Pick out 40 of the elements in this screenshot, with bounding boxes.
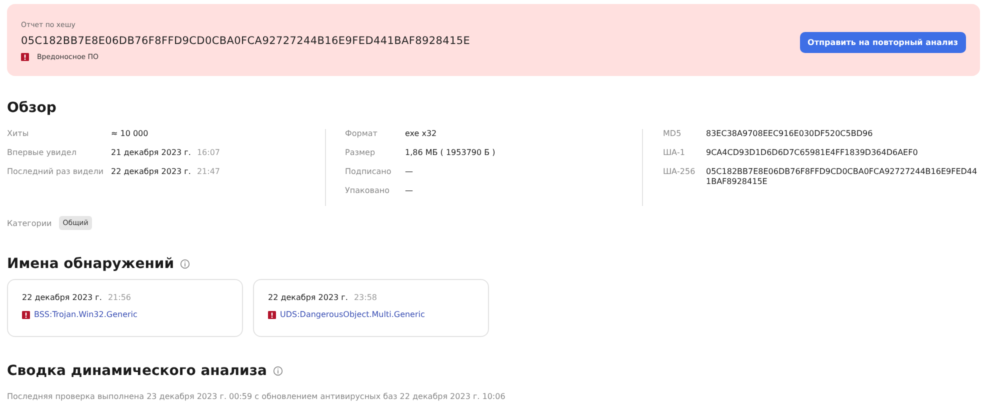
- field-value: 9CA4CD93D1D6D6D7C65981E4FF1839D364D6AEF0: [706, 148, 918, 157]
- hash-value: 05C182BB7E8E06DB76F8FFD9CD0CBA0FCA92727244B16E9FED441BAF8928415E: [21, 35, 470, 47]
- info-icon[interactable]: [272, 366, 283, 376]
- field-label: Хиты: [7, 129, 30, 139]
- section-title: Обзор: [7, 100, 58, 116]
- detection-link[interactable]: BSS:Trojan.Win32.Generic: [34, 310, 138, 319]
- field-value: —: [405, 186, 413, 195]
- alert-icon: [268, 310, 276, 318]
- field-value: 83EC38A9708EEC916E030DF520C5BD96: [706, 129, 873, 138]
- field-time: 16:07: [196, 148, 220, 157]
- section-title: Сводка динамического анализа: [7, 363, 267, 379]
- field-time: 21:47: [196, 167, 220, 176]
- detection-time: 23:58: [354, 293, 377, 302]
- field-label: ША-256: [663, 167, 696, 178]
- field-value: 22 декабря 2023 г.: [111, 167, 191, 176]
- detection-date: 22 декабря 2023 г.: [268, 293, 348, 302]
- field-label: Формат: [345, 129, 378, 139]
- field-label: ША-1: [663, 148, 686, 158]
- section-title: Имена обнаружений: [7, 256, 174, 272]
- field-label: Упаковано: [345, 186, 390, 196]
- field-label: Последний раз видели: [7, 167, 105, 177]
- categories-label: Категории: [7, 218, 52, 228]
- detection-date: 22 декабря 2023 г.: [22, 293, 102, 302]
- field-label: Подписано: [345, 167, 392, 177]
- reanalyze-button[interactable]: Отправить на повторный анализ: [800, 32, 966, 52]
- field-value: exe x32: [405, 129, 437, 138]
- field-value: 05C182BB7E8E06DB76F8FFD9CD0CBA0FCA92727244B16E9FED441BAF8928415E: [706, 167, 978, 186]
- field-value: 21 декабря 2023 г.: [111, 148, 191, 157]
- last-check-text: Последняя проверка выполнена 23 декабря 2023 г. 00:59 с обновлением антивирусных баз 22 декабря 2023 г. 10:06: [7, 392, 506, 401]
- field-value: ≈ 10 000: [111, 129, 148, 138]
- field-label: Размер: [345, 148, 376, 158]
- field-label: Впервые увидел: [7, 148, 78, 158]
- field-value: —: [405, 167, 413, 176]
- alert-icon: [21, 53, 29, 61]
- info-icon[interactable]: [180, 259, 190, 269]
- field-value: 1,86 МБ ( 1953790 Б ): [405, 148, 496, 157]
- detection-link[interactable]: UDS:DangerousObject.Multi.Generic: [280, 310, 425, 319]
- detection-time: 21:56: [108, 293, 131, 302]
- alert-icon: [22, 310, 30, 318]
- field-label: MD5: [663, 129, 682, 139]
